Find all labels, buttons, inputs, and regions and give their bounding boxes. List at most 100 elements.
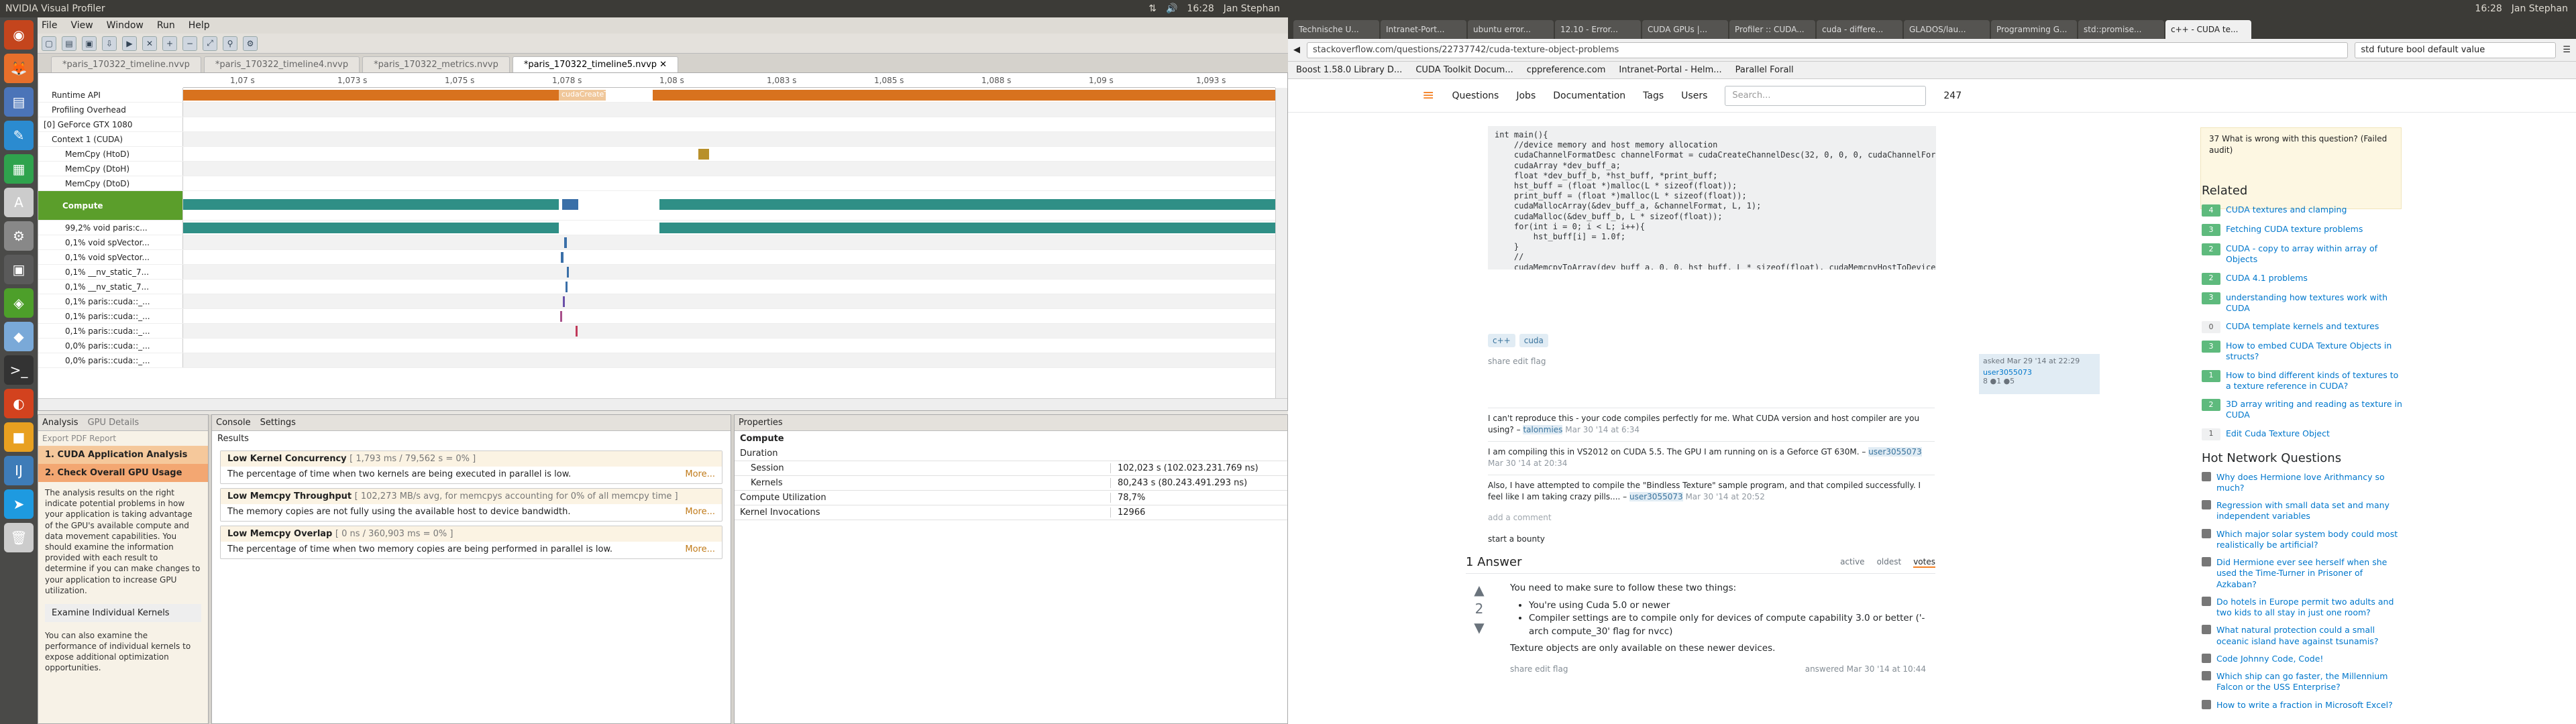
- clock[interactable]: 16:28: [1187, 3, 1214, 14]
- related-item[interactable]: 0 CUDA template kernels and textures: [2202, 321, 2403, 333]
- browser-tab[interactable]: Intranet-Port...: [1381, 20, 1466, 39]
- url-field[interactable]: stackoverflow.com/questions/22737742/cud…: [1307, 42, 2349, 58]
- dash-icon[interactable]: ◉: [4, 20, 34, 50]
- hot-link[interactable]: Regression with small data set and many …: [2216, 500, 2403, 522]
- tab-metrics[interactable]: *paris_170322_metrics.nvvp: [362, 56, 510, 72]
- result-kernel-concurrency[interactable]: Low Kernel Concurrency [ 1,793 ms / 79,5…: [220, 450, 722, 484]
- row-kernel[interactable]: 0,1% void spVector...: [38, 235, 1275, 250]
- menu-icon[interactable]: ☰: [2563, 45, 2571, 55]
- zoom-out-icon[interactable]: −: [182, 36, 197, 51]
- sort-votes[interactable]: votes: [1913, 557, 1935, 568]
- kernel-bar[interactable]: [659, 223, 1275, 233]
- browser-tab[interactable]: GLADOS/lau...: [1904, 20, 1990, 39]
- browser-tab[interactable]: ubuntu error...: [1468, 20, 1554, 39]
- app-icon[interactable]: ◆: [4, 322, 34, 351]
- bookmark[interactable]: CUDA Toolkit Docum...: [1415, 65, 1513, 75]
- so-logo-icon[interactable]: ≡: [1422, 87, 1434, 104]
- export-pdf-button[interactable]: Export PDF Report: [38, 431, 208, 446]
- timeline-view[interactable]: 1,07 s 1,073 s 1,075 s 1,078 s 1,08 s 1,…: [38, 72, 1288, 411]
- calc-icon[interactable]: ▦: [4, 154, 34, 184]
- settings-icon[interactable]: ⚙: [243, 36, 258, 51]
- api-bar-label[interactable]: cudaCreateTe...: [559, 90, 619, 101]
- tag[interactable]: cuda: [1519, 334, 1548, 347]
- files-icon[interactable]: ▤: [4, 87, 34, 117]
- bounty-link[interactable]: start a bounty: [1488, 534, 1935, 544]
- related-item[interactable]: 3 How to embed CUDA Texture Objects in st…: [2202, 341, 2403, 363]
- new-session-icon[interactable]: ▢: [42, 36, 56, 51]
- add-comment-link[interactable]: add a comment: [1488, 507, 1935, 522]
- hot-link[interactable]: Which major solar system body could most…: [2216, 529, 2403, 551]
- related-link[interactable]: How to bind different kinds of textures …: [2226, 370, 2403, 392]
- tab-timeline5[interactable]: *paris_170322_timeline5.nvvp ✕: [512, 56, 679, 72]
- menu-help[interactable]: Help: [189, 20, 210, 31]
- hot-item[interactable]: Which major solar system body could most…: [2202, 528, 2403, 551]
- tab-analysis[interactable]: Analysis: [42, 418, 78, 428]
- related-link[interactable]: CUDA 4.1 problems: [2226, 273, 2308, 285]
- related-link[interactable]: CUDA template kernels and textures: [2226, 321, 2379, 333]
- compute-bar[interactable]: [183, 199, 559, 210]
- row-context[interactable]: Context 1 (CUDA): [38, 132, 1275, 147]
- row-kernel[interactable]: 0,1% paris::cuda::_...: [38, 324, 1275, 339]
- nav-jobs[interactable]: Jobs: [1516, 90, 1536, 101]
- browser-tab[interactable]: CUDA GPUs |...: [1642, 20, 1728, 39]
- trash-icon[interactable]: 🗑: [4, 523, 34, 552]
- import-icon[interactable]: ⇩: [102, 36, 117, 51]
- open-icon[interactable]: ▤: [62, 36, 76, 51]
- hot-link[interactable]: Do hotels in Europe permit two adults an…: [2216, 597, 2403, 619]
- hot-link[interactable]: Why does Hermione love Arithmancy so muc…: [2216, 472, 2403, 494]
- related-item[interactable]: 1 How to bind different kinds of textures…: [2202, 369, 2403, 392]
- firefox-icon[interactable]: 🦊: [4, 54, 34, 83]
- related-item[interactable]: 2 CUDA 4.1 problems: [2202, 272, 2403, 285]
- row-kernel[interactable]: 0,1% __nv_static_7...: [38, 265, 1275, 280]
- ide-icon[interactable]: IJ: [4, 456, 34, 485]
- row-profiling-overhead[interactable]: Profiling Overhead: [38, 103, 1275, 117]
- browser-tab[interactable]: cuda - differe...: [1817, 20, 1902, 39]
- save-icon[interactable]: ▣: [82, 36, 97, 51]
- kernel-bar[interactable]: [563, 296, 565, 307]
- more-link[interactable]: More...: [685, 507, 715, 517]
- tab-console[interactable]: Console: [216, 418, 251, 428]
- back-icon[interactable]: ◀: [1293, 45, 1300, 55]
- related-link[interactable]: Edit Cuda Texture Object: [2226, 428, 2330, 440]
- row-kernel[interactable]: 0,0% paris::cuda::_...: [38, 353, 1275, 368]
- step-gpu-usage[interactable]: 2. Check Overall GPU Usage: [38, 464, 208, 482]
- package-icon[interactable]: ■: [4, 422, 34, 452]
- hot-item[interactable]: Regression with small data set and many …: [2202, 500, 2403, 522]
- hot-item[interactable]: How to write a fraction in Microsoft Exc…: [2202, 699, 2403, 711]
- notice-item[interactable]: 37 What is wrong with this question? (Fa…: [2209, 133, 2393, 156]
- browser-tab[interactable]: std::promise...: [2078, 20, 2164, 39]
- docs-icon[interactable]: ✎: [4, 121, 34, 150]
- bookmark[interactable]: Intranet-Portal - Helm...: [1619, 65, 1721, 75]
- hot-link[interactable]: What natural protection could a small oc…: [2216, 625, 2403, 647]
- related-item[interactable]: 2 3D array writing and reading as texture…: [2202, 399, 2403, 421]
- related-item[interactable]: 3 Fetching CUDA texture problems: [2202, 224, 2403, 236]
- vertical-scrollbar[interactable]: [1275, 88, 1287, 398]
- settings-icon[interactable]: ⚙: [4, 221, 34, 251]
- browser-tab-active[interactable]: c++ - CUDA te...: [2165, 20, 2251, 39]
- answer-post-menu[interactable]: share edit flag: [1510, 664, 1568, 675]
- kernel-bar[interactable]: [561, 252, 564, 263]
- gitkraken-icon[interactable]: ◐: [4, 389, 34, 418]
- browser-tab[interactable]: Technische U...: [1293, 20, 1379, 39]
- nav-documentation[interactable]: Documentation: [1553, 90, 1625, 101]
- run-icon[interactable]: ▶: [122, 36, 137, 51]
- browser-tab[interactable]: 12.10 - Error...: [1555, 20, 1641, 39]
- kernel-bar[interactable]: [567, 267, 569, 278]
- hot-item[interactable]: What natural protection could a small oc…: [2202, 625, 2403, 647]
- hot-item[interactable]: Why does Hermione love Arithmancy so muc…: [2202, 471, 2403, 494]
- compute-bar[interactable]: [659, 199, 1275, 210]
- so-search-input[interactable]: Search...: [1725, 85, 1927, 106]
- more-link[interactable]: More...: [685, 469, 715, 479]
- menu-file[interactable]: File: [42, 20, 57, 31]
- related-link[interactable]: understanding how textures work with CUD…: [2226, 292, 2403, 314]
- result-memcpy-throughput[interactable]: Low Memcpy Throughput [ 102,273 MB/s avg…: [220, 488, 722, 522]
- more-link[interactable]: More...: [685, 544, 715, 554]
- upvote-icon[interactable]: ▲: [1474, 582, 1484, 598]
- tab-gpu-details[interactable]: GPU Details: [88, 418, 140, 428]
- row-kernel[interactable]: 0,1% paris::cuda::_...: [38, 294, 1275, 309]
- tab-timeline[interactable]: *paris_170322_timeline.nvvp: [51, 56, 201, 72]
- user-name[interactable]: Jan Stephan: [1224, 3, 1280, 14]
- hot-link[interactable]: Did Hermione ever see herself when she u…: [2216, 557, 2403, 590]
- tab-timeline4[interactable]: *paris_170322_timeline4.nvvp: [203, 56, 360, 72]
- telegram-icon[interactable]: ➤: [4, 489, 34, 519]
